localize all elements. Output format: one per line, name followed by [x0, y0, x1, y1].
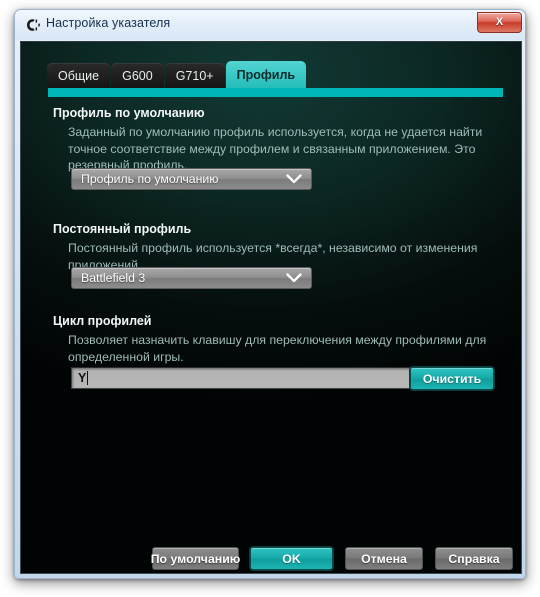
section-title-default-profile: Профиль по умолчанию — [53, 106, 205, 120]
help-button[interactable]: Справка — [435, 547, 513, 570]
settings-window: Настройка указателя X Общие G600 G710+ П… — [14, 9, 526, 579]
profile-cycle-key-input[interactable]: Y — [71, 367, 416, 389]
logitech-mouse-icon — [24, 17, 42, 33]
cancel-button-label: Отмена — [361, 551, 407, 566]
default-profile-dropdown[interactable]: Профиль по умолчанию — [71, 168, 312, 190]
clear-button[interactable]: Очистить — [410, 367, 494, 390]
tab-bar: Общие G600 G710+ Профиль — [47, 61, 307, 88]
help-button-label: Справка — [448, 551, 500, 566]
persistent-profile-value: Battlefield 3 — [81, 271, 146, 285]
section-description-default-profile: Заданный по умолчанию профиль использует… — [68, 125, 483, 172]
clear-button-label: Очистить — [422, 371, 482, 386]
tab-g710plus[interactable]: G710+ — [164, 63, 225, 88]
persistent-profile-dropdown[interactable]: Battlefield 3 — [71, 267, 312, 289]
chevron-down-icon — [277, 174, 311, 184]
section-description-profile-cycle: Позволяет назначить клавишу для переключ… — [68, 333, 487, 364]
tab-g600[interactable]: G600 — [111, 63, 164, 88]
defaults-button[interactable]: По умолчанию — [150, 547, 241, 570]
section-title-profile-cycle: Цикл профилей — [53, 314, 152, 328]
text-caret — [87, 371, 89, 385]
section-title-persistent-profile: Постоянный профиль — [53, 222, 192, 236]
window-client-area: Общие G600 G710+ Профиль Профиль по умол… — [20, 41, 522, 574]
default-profile-value: Профиль по умолчанию — [81, 172, 219, 186]
ok-button-label: OK — [282, 551, 301, 566]
window-title: Настройка указателя — [46, 16, 171, 30]
defaults-button-label: По умолчанию — [150, 551, 241, 566]
window-titlebar[interactable]: Настройка указателя X — [15, 10, 525, 40]
ok-button[interactable]: OK — [250, 547, 333, 570]
tab-obschie[interactable]: Общие — [47, 63, 111, 88]
close-icon: X — [495, 16, 504, 28]
tab-profil[interactable]: Профиль — [225, 61, 307, 88]
screenshot-root: Настройка указателя X Общие G600 G710+ П… — [0, 0, 540, 597]
chevron-down-icon — [277, 273, 311, 283]
tab-accent-bar — [48, 88, 503, 97]
profile-cycle-key-value: Y — [78, 370, 87, 385]
cancel-button[interactable]: Отмена — [345, 547, 423, 570]
close-button[interactable]: X — [477, 12, 522, 33]
